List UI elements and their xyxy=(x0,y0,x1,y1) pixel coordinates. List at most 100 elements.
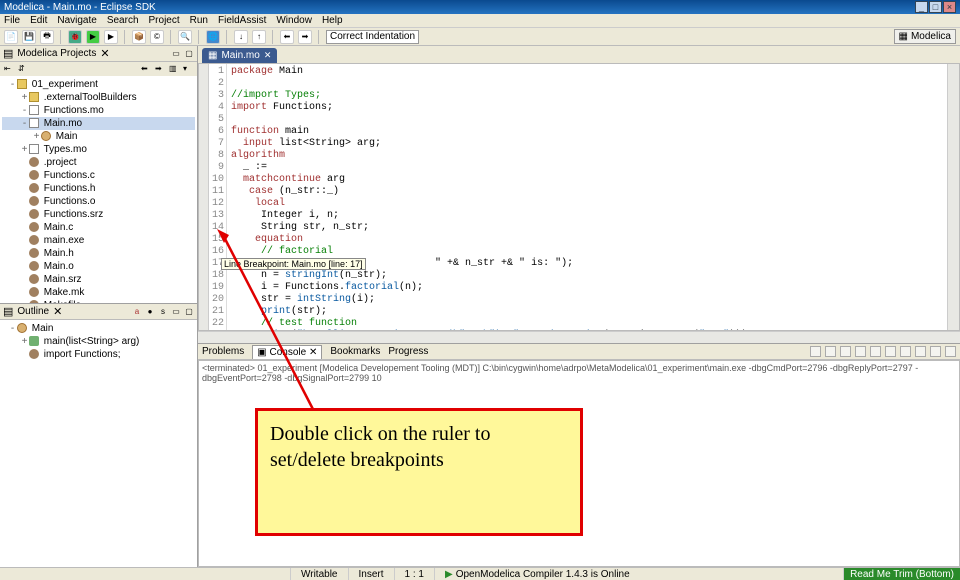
scroll-lock-icon[interactable] xyxy=(870,346,881,357)
menu-navigate[interactable]: Navigate xyxy=(57,14,96,27)
menu-fieldassist[interactable]: FieldAssist xyxy=(218,14,266,27)
remove-all-icon[interactable] xyxy=(840,346,851,357)
annotation-callout: Double click on the ruler to set/delete … xyxy=(255,408,583,536)
vertical-scrollbar[interactable] xyxy=(947,64,959,330)
maximize-button[interactable]: □ xyxy=(929,1,942,13)
status-compiler: ▶ OpenModelica Compiler 1.4.3 is Online xyxy=(434,568,640,580)
callout-text: Double click on the ruler to set/delete … xyxy=(270,423,491,471)
remove-launch-icon[interactable] xyxy=(825,346,836,357)
prev-annotation-icon[interactable]: ↑ xyxy=(252,30,266,44)
menu-edit[interactable]: Edit xyxy=(30,14,47,27)
projects-tree[interactable]: - 01_experiment+ .externalToolBuilders- … xyxy=(0,76,197,303)
clear-console-icon[interactable] xyxy=(855,346,866,357)
editor-tab-main[interactable]: ▦ Main.mo ✕ xyxy=(202,48,277,63)
world-icon[interactable]: 🌐 xyxy=(206,30,220,44)
menu-project[interactable]: Project xyxy=(149,14,180,27)
close-tab-icon[interactable]: ✕ xyxy=(264,50,272,61)
menu-icon[interactable]: ▾ xyxy=(183,64,193,74)
horizontal-scrollbar[interactable] xyxy=(198,331,960,343)
tab-close-icon[interactable]: ✕ xyxy=(309,347,317,358)
menu-run[interactable]: Run xyxy=(190,14,208,27)
filter-icon[interactable]: ▥ xyxy=(169,64,179,74)
tree-node[interactable]: Make.mk xyxy=(2,286,195,299)
breakpoint-ruler[interactable] xyxy=(199,64,209,330)
tab-bookmarks[interactable]: Bookmarks xyxy=(330,346,380,357)
tree-node[interactable]: Main.o xyxy=(2,260,195,273)
forward-icon[interactable]: ➡ xyxy=(298,30,312,44)
back-nav-icon[interactable]: ⬅ xyxy=(141,64,151,74)
menu-search[interactable]: Search xyxy=(107,14,139,27)
code-area[interactable]: package Main//import Types;import Functi… xyxy=(227,64,947,330)
terminate-icon[interactable] xyxy=(810,346,821,357)
search-icon[interactable]: 🔍 xyxy=(178,30,192,44)
tree-node[interactable]: Functions.o xyxy=(2,195,195,208)
print-icon[interactable]: 🖶 xyxy=(40,30,54,44)
tab-progress[interactable]: Progress xyxy=(388,346,428,357)
link-editor-icon[interactable]: ⇵ xyxy=(18,64,28,74)
sort-icon[interactable]: a xyxy=(132,307,142,317)
new-class-icon[interactable]: © xyxy=(150,30,164,44)
tree-node[interactable]: Main.c xyxy=(2,221,195,234)
tree-node[interactable]: - 01_experiment xyxy=(2,78,195,91)
hide-fields-icon[interactable]: ● xyxy=(145,307,155,317)
tree-node[interactable]: Functions.srz xyxy=(2,208,195,221)
tree-node[interactable]: - Main xyxy=(2,322,195,335)
status-position: 1 : 1 xyxy=(394,568,434,580)
tree-node[interactable]: + Main xyxy=(2,130,195,143)
next-annotation-icon[interactable]: ↓ xyxy=(234,30,248,44)
display-select-icon[interactable] xyxy=(900,346,911,357)
view-close-icon[interactable]: ✕ xyxy=(100,47,109,60)
minimize-button[interactable]: _ xyxy=(915,1,928,13)
perspective-button[interactable]: ▦ Modelica xyxy=(894,29,956,44)
editor-tabs: ▦ Main.mo ✕ xyxy=(198,46,960,63)
menu-file[interactable]: File xyxy=(4,14,20,27)
indent-combo[interactable]: Correct Indentation xyxy=(326,30,419,44)
outline-tab[interactable]: ▤ Outline ✕ a ● s ▭ ▢ xyxy=(0,304,197,320)
projects-tab[interactable]: ▤ Modelica Projects ✕ ▭ ▢ xyxy=(0,46,197,62)
new-icon[interactable]: 📄 xyxy=(4,30,18,44)
max-view-icon[interactable] xyxy=(945,346,956,357)
pin-console-icon[interactable] xyxy=(885,346,896,357)
tree-node[interactable]: Functions.h xyxy=(2,182,195,195)
tree-node[interactable]: main.exe xyxy=(2,234,195,247)
run-icon[interactable]: ▶ xyxy=(86,30,100,44)
hide-nonpublic-icon[interactable]: ▭ xyxy=(171,307,181,317)
open-console-icon[interactable] xyxy=(915,346,926,357)
tree-node[interactable]: Makefile xyxy=(2,299,195,303)
min-view-icon[interactable] xyxy=(930,346,941,357)
save-icon[interactable]: 💾 xyxy=(22,30,36,44)
code-editor[interactable]: 123456789101112131415161718192021222324 … xyxy=(198,63,960,331)
tree-node[interactable]: - Functions.mo xyxy=(2,104,195,117)
fwd-nav-icon[interactable]: ➡ xyxy=(155,64,165,74)
hide-local-icon[interactable]: ▢ xyxy=(184,307,194,317)
menu-help[interactable]: Help xyxy=(322,14,343,27)
outline-tree[interactable]: - Main+ main(list<String> arg) import Fu… xyxy=(0,320,197,567)
external-tools-icon[interactable]: ▶ xyxy=(104,30,118,44)
close-button[interactable]: × xyxy=(943,1,956,13)
console-icon: ▣ xyxy=(257,347,266,358)
tree-node[interactable]: import Functions; xyxy=(2,348,195,361)
hide-static-icon[interactable]: s xyxy=(158,307,168,317)
tree-node[interactable]: Functions.c xyxy=(2,169,195,182)
tree-node[interactable]: .project xyxy=(2,156,195,169)
collapse-all-icon[interactable]: ⇤ xyxy=(4,64,14,74)
tab-problems[interactable]: Problems xyxy=(202,346,244,357)
tree-node[interactable]: + main(list<String> arg) xyxy=(2,335,195,348)
console-line: <terminated> 01_experiment [Modelica Dev… xyxy=(202,363,956,383)
back-icon[interactable]: ⬅ xyxy=(280,30,294,44)
modelica-icon: ▦ xyxy=(899,31,908,42)
tree-node[interactable]: Main.srz xyxy=(2,273,195,286)
maximize-icon[interactable]: ▢ xyxy=(184,49,194,59)
debug-icon[interactable]: 🐞 xyxy=(68,30,82,44)
menu-window[interactable]: Window xyxy=(276,14,312,27)
new-package-icon[interactable]: 📦 xyxy=(132,30,146,44)
readme-trim-button[interactable]: Read Me Trim (Bottom) xyxy=(843,568,960,580)
minimize-icon[interactable]: ▭ xyxy=(171,49,181,59)
tree-node[interactable]: Main.h xyxy=(2,247,195,260)
tab-console[interactable]: ▣ Console ✕ xyxy=(252,345,322,359)
status-writable: Writable xyxy=(290,568,348,580)
view-close-icon[interactable]: ✕ xyxy=(53,305,62,318)
tree-node[interactable]: - Main.mo xyxy=(2,117,195,130)
tree-node[interactable]: + Types.mo xyxy=(2,143,195,156)
tree-node[interactable]: + .externalToolBuilders xyxy=(2,91,195,104)
